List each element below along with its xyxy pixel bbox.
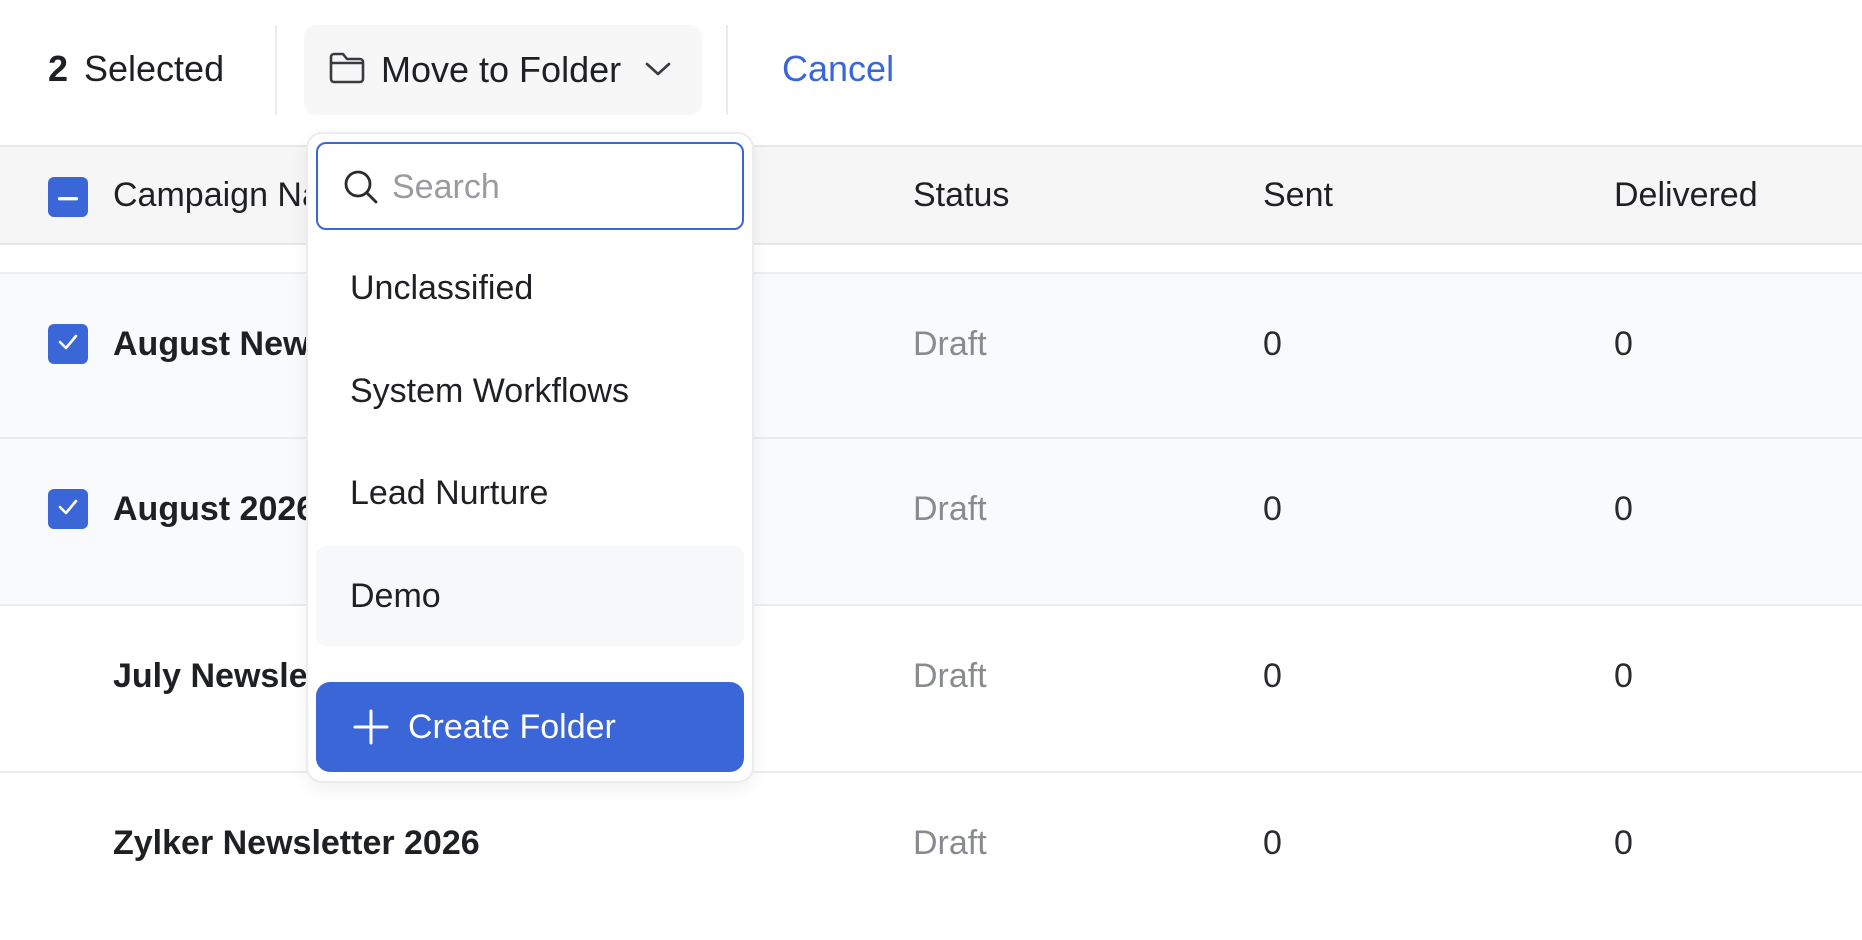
folder-dropdown: Unclassified System Workflows Lead Nurtu… bbox=[306, 132, 754, 783]
selected-label: Selected bbox=[84, 48, 225, 89]
divider bbox=[726, 25, 728, 115]
delivered-value: 0 bbox=[1614, 490, 1633, 528]
folder-option-unclassified[interactable]: Unclassified bbox=[316, 238, 744, 338]
table-row[interactable]: August 2026 Draft 0 0 bbox=[0, 439, 1862, 606]
selected-count: 2 bbox=[48, 48, 69, 89]
column-header-status[interactable]: Status bbox=[913, 175, 1009, 215]
folder-search-box[interactable] bbox=[316, 142, 744, 230]
select-all-checkbox[interactable] bbox=[48, 177, 88, 217]
checkbox-checked-icon bbox=[57, 333, 79, 356]
folder-search-input[interactable] bbox=[390, 158, 734, 216]
folder-icon bbox=[328, 51, 366, 90]
sent-value: 0 bbox=[1263, 490, 1282, 528]
search-icon bbox=[342, 168, 380, 211]
cancel-button[interactable]: Cancel bbox=[782, 48, 894, 90]
sent-value: 0 bbox=[1263, 824, 1282, 862]
column-header-delivered[interactable]: Delivered bbox=[1614, 175, 1758, 215]
delivered-value: 0 bbox=[1614, 325, 1633, 363]
campaign-name[interactable]: Zylker Newsletter 2026 bbox=[113, 823, 480, 863]
delivered-value: 0 bbox=[1614, 657, 1633, 695]
column-header-sent[interactable]: Sent bbox=[1263, 175, 1333, 215]
status-value: Draft bbox=[913, 657, 987, 695]
row-checkbox[interactable] bbox=[48, 324, 88, 364]
checkbox-checked-icon bbox=[57, 498, 79, 521]
status-value: Draft bbox=[913, 824, 987, 862]
delivered-value: 0 bbox=[1614, 824, 1633, 862]
plus-icon bbox=[352, 708, 390, 751]
create-folder-button[interactable]: Create Folder bbox=[316, 682, 744, 772]
divider bbox=[275, 25, 277, 115]
table-row[interactable]: July Newsletter Draft 0 0 bbox=[0, 606, 1862, 773]
chevron-down-icon bbox=[644, 59, 672, 84]
move-to-folder-button[interactable]: Move to Folder bbox=[304, 25, 702, 115]
checkbox-indeterminate-icon bbox=[58, 188, 78, 206]
table-header: Campaign Name Status Sent Delivered bbox=[0, 145, 1862, 245]
create-folder-label: Create Folder bbox=[408, 708, 616, 746]
table-row[interactable]: Zylker Newsletter 2026 Draft 0 0 bbox=[0, 773, 1862, 940]
row-checkbox[interactable] bbox=[48, 489, 88, 529]
sent-value: 0 bbox=[1263, 657, 1282, 695]
selection-toolbar: 2 Selected Move to Folder Cancel bbox=[0, 0, 1862, 145]
table-row[interactable]: August Newsletter Draft 0 0 bbox=[0, 272, 1862, 439]
status-value: Draft bbox=[913, 490, 987, 528]
campaign-name[interactable]: August 2026 bbox=[113, 489, 315, 529]
folder-option-lead-nurture[interactable]: Lead Nurture bbox=[316, 443, 744, 543]
folder-option-system-workflows[interactable]: System Workflows bbox=[316, 341, 744, 441]
status-value: Draft bbox=[913, 325, 987, 363]
sent-value: 0 bbox=[1263, 325, 1282, 363]
folder-option-demo[interactable]: Demo bbox=[316, 546, 744, 646]
move-to-folder-label: Move to Folder bbox=[381, 49, 622, 90]
